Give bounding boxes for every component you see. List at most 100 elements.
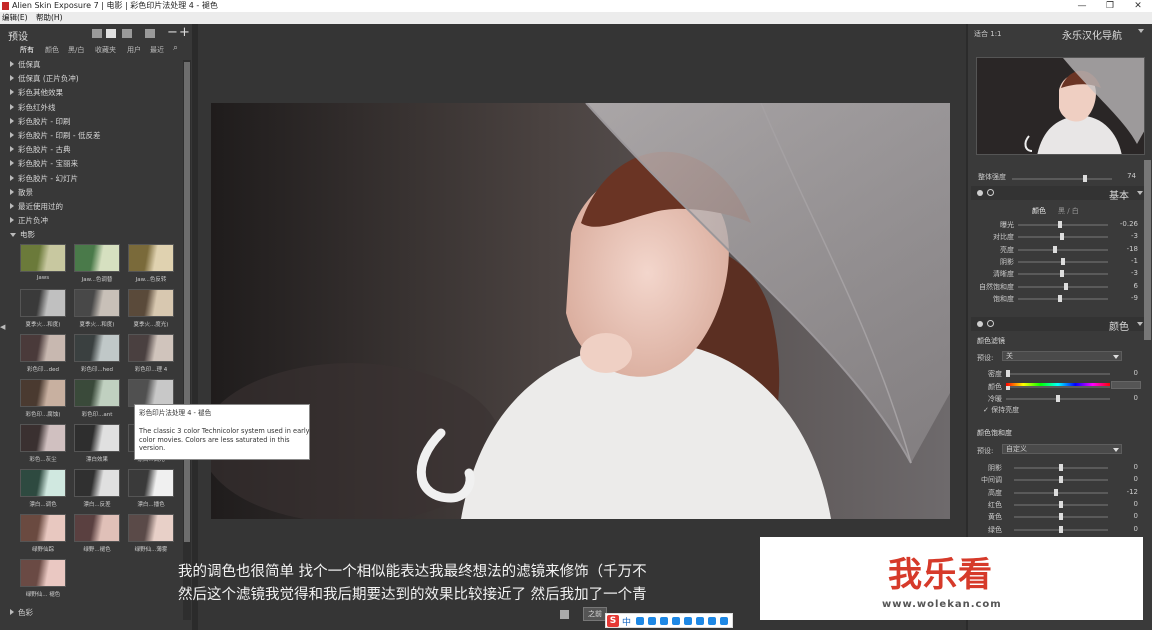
adjustment-slider[interactable] [1018,270,1108,278]
adjustment-slider[interactable] [1014,513,1108,521]
close-button[interactable]: ✕ [1128,0,1148,12]
collapse-left-panel-icon[interactable]: ◀ [0,323,5,331]
preset-thumbnail[interactable]: 绿野...褪色 [72,514,122,559]
color-enable-icon[interactable] [977,321,983,327]
navigator-collapse-icon[interactable] [1138,29,1144,33]
adjustment-slider[interactable] [1018,257,1108,265]
preset-category[interactable]: 正片负冲 [10,214,182,228]
overall-strength-slider[interactable] [1012,175,1112,182]
preset-thumbnail[interactable]: 漂白...播色 [126,469,176,514]
category-color[interactable]: 色彩 [10,607,33,618]
preset-thumbnail[interactable]: 彩色印...hed [72,334,122,379]
preset-category[interactable]: 最近使用过的 [10,200,182,214]
color-swatch[interactable] [1111,381,1141,389]
saturation-preset-dropdown[interactable]: 自定义 [1002,444,1122,454]
restore-button[interactable]: ❐ [1100,0,1120,12]
slider-knob[interactable] [1059,513,1063,521]
preset-thumbnail[interactable]: 夏季火...度光) [126,289,176,334]
ime-mode[interactable]: 中 [622,615,631,628]
preset-thumbnail[interactable]: 彩色印...ant [72,379,122,424]
adjustment-slider[interactable] [1014,488,1108,496]
filter-bw[interactable]: 黑/白 [68,45,84,55]
navigator-thumbnail[interactable] [976,57,1145,155]
slider-knob[interactable] [1006,370,1010,377]
filter-recent[interactable]: 最近 [150,45,164,55]
adjustment-slider[interactable] [1006,395,1110,402]
ime-voice-icon[interactable] [660,617,668,625]
basic-collapse-icon[interactable] [1137,191,1143,195]
remove-preset-icon[interactable]: − [167,25,178,40]
grid-view-icon[interactable] [92,29,102,38]
adjustment-slider[interactable] [1014,476,1108,484]
slider-knob[interactable] [1058,294,1062,302]
preset-thumbnail[interactable]: 漂白...反差 [72,469,122,514]
presets-scrollbar[interactable] [183,60,191,620]
preset-category[interactable]: 彩色胶片 - 宝丽来 [10,157,182,171]
preset-category[interactable]: 彩色胶片 - 幻灯片 [10,172,182,186]
adjustment-slider[interactable] [1018,282,1108,290]
preset-thumbnail[interactable]: 绿野仙踪 [18,514,68,559]
slider-knob[interactable] [1064,282,1068,290]
tab-color[interactable]: 颜色 [1032,206,1046,216]
list-view-icon[interactable] [122,29,132,38]
color-filter-preset-dropdown[interactable]: 关 [1002,351,1122,361]
color-reset-icon[interactable] [987,320,994,327]
preset-thumbnail[interactable]: 彩色印...ded [18,334,68,379]
basic-reset-icon[interactable] [987,189,994,196]
slider-knob[interactable] [1059,464,1063,471]
basic-section-header[interactable]: 基本 [971,186,1149,202]
slider-knob[interactable] [1054,488,1058,496]
ime-more-icon[interactable] [720,617,728,625]
menu-edit[interactable]: 编辑(E) [2,12,28,24]
filter-favorites[interactable]: 收藏夹 [95,45,116,55]
ime-skin-icon[interactable] [684,617,692,625]
collapse-icon[interactable] [145,29,155,38]
preset-thumbnail[interactable]: 绿野仙...薄雾 [126,514,176,559]
add-preset-icon[interactable]: + [179,25,190,40]
before-button[interactable]: 之前 [583,607,607,621]
slider-knob[interactable] [1059,525,1063,533]
preset-thumbnail[interactable]: 夏季火...和度) [72,289,122,334]
slider-knob[interactable] [1059,476,1063,484]
adjustment-slider[interactable] [1018,245,1108,253]
ime-toolbox-icon[interactable] [696,617,704,625]
preset-category[interactable]: 低保真 [10,58,182,72]
menu-help[interactable]: 帮助(H) [36,12,63,24]
slider-knob[interactable] [1056,395,1060,402]
adjustment-slider[interactable] [1014,464,1108,471]
preset-thumbnail[interactable]: 漂白效果 [72,424,122,469]
adjustment-slider[interactable] [1006,370,1110,377]
search-icon[interactable]: ⌕ [173,43,178,53]
preset-category[interactable]: 彩色胶片 - 印刷 [10,115,182,129]
slider-knob[interactable] [1058,221,1062,228]
basic-enable-icon[interactable] [977,190,983,196]
preset-thumbnail[interactable]: Jaws [18,244,68,289]
tab-bw[interactable]: 黑 / 白 [1058,206,1079,216]
preset-category[interactable]: 低保真 (正片负冲) [10,72,182,86]
filter-color[interactable]: 颜色 [45,45,59,55]
adjustment-slider[interactable] [1018,233,1108,241]
adjustment-slider[interactable] [1014,500,1108,508]
preset-thumbnail[interactable]: Jaw...色调替 [72,244,122,289]
preset-category[interactable]: 电影 [10,228,182,242]
adjustment-slider[interactable] [1014,525,1108,533]
slider-knob[interactable] [1061,257,1065,265]
slider-knob[interactable] [1060,270,1064,278]
adjustments-scrollbar[interactable] [1144,160,1151,340]
hue-gradient-bar[interactable] [1006,383,1110,386]
adjustment-slider[interactable] [1018,294,1108,302]
ime-logo-icon[interactable]: S [607,615,619,627]
navigator-fit[interactable]: 适合 1:1 [974,29,1002,39]
preset-thumbnail[interactable]: 绿野仙... 褪色 [18,559,68,604]
preset-thumbnail[interactable]: 彩色印...理 4 [126,334,176,379]
large-grid-view-icon[interactable] [106,29,116,38]
filter-all[interactable]: 所有 [20,45,34,55]
ime-keyboard-icon[interactable] [672,617,680,625]
presets-scroll-thumb[interactable] [184,62,190,542]
split-view-icon[interactable] [560,610,569,619]
color-section-header[interactable]: 颜色 [971,317,1149,333]
slider-knob[interactable] [1060,233,1064,241]
overall-strength-knob[interactable] [1083,175,1087,182]
ime-punctuation-icon[interactable] [636,617,644,625]
minimize-button[interactable]: — [1072,0,1092,12]
